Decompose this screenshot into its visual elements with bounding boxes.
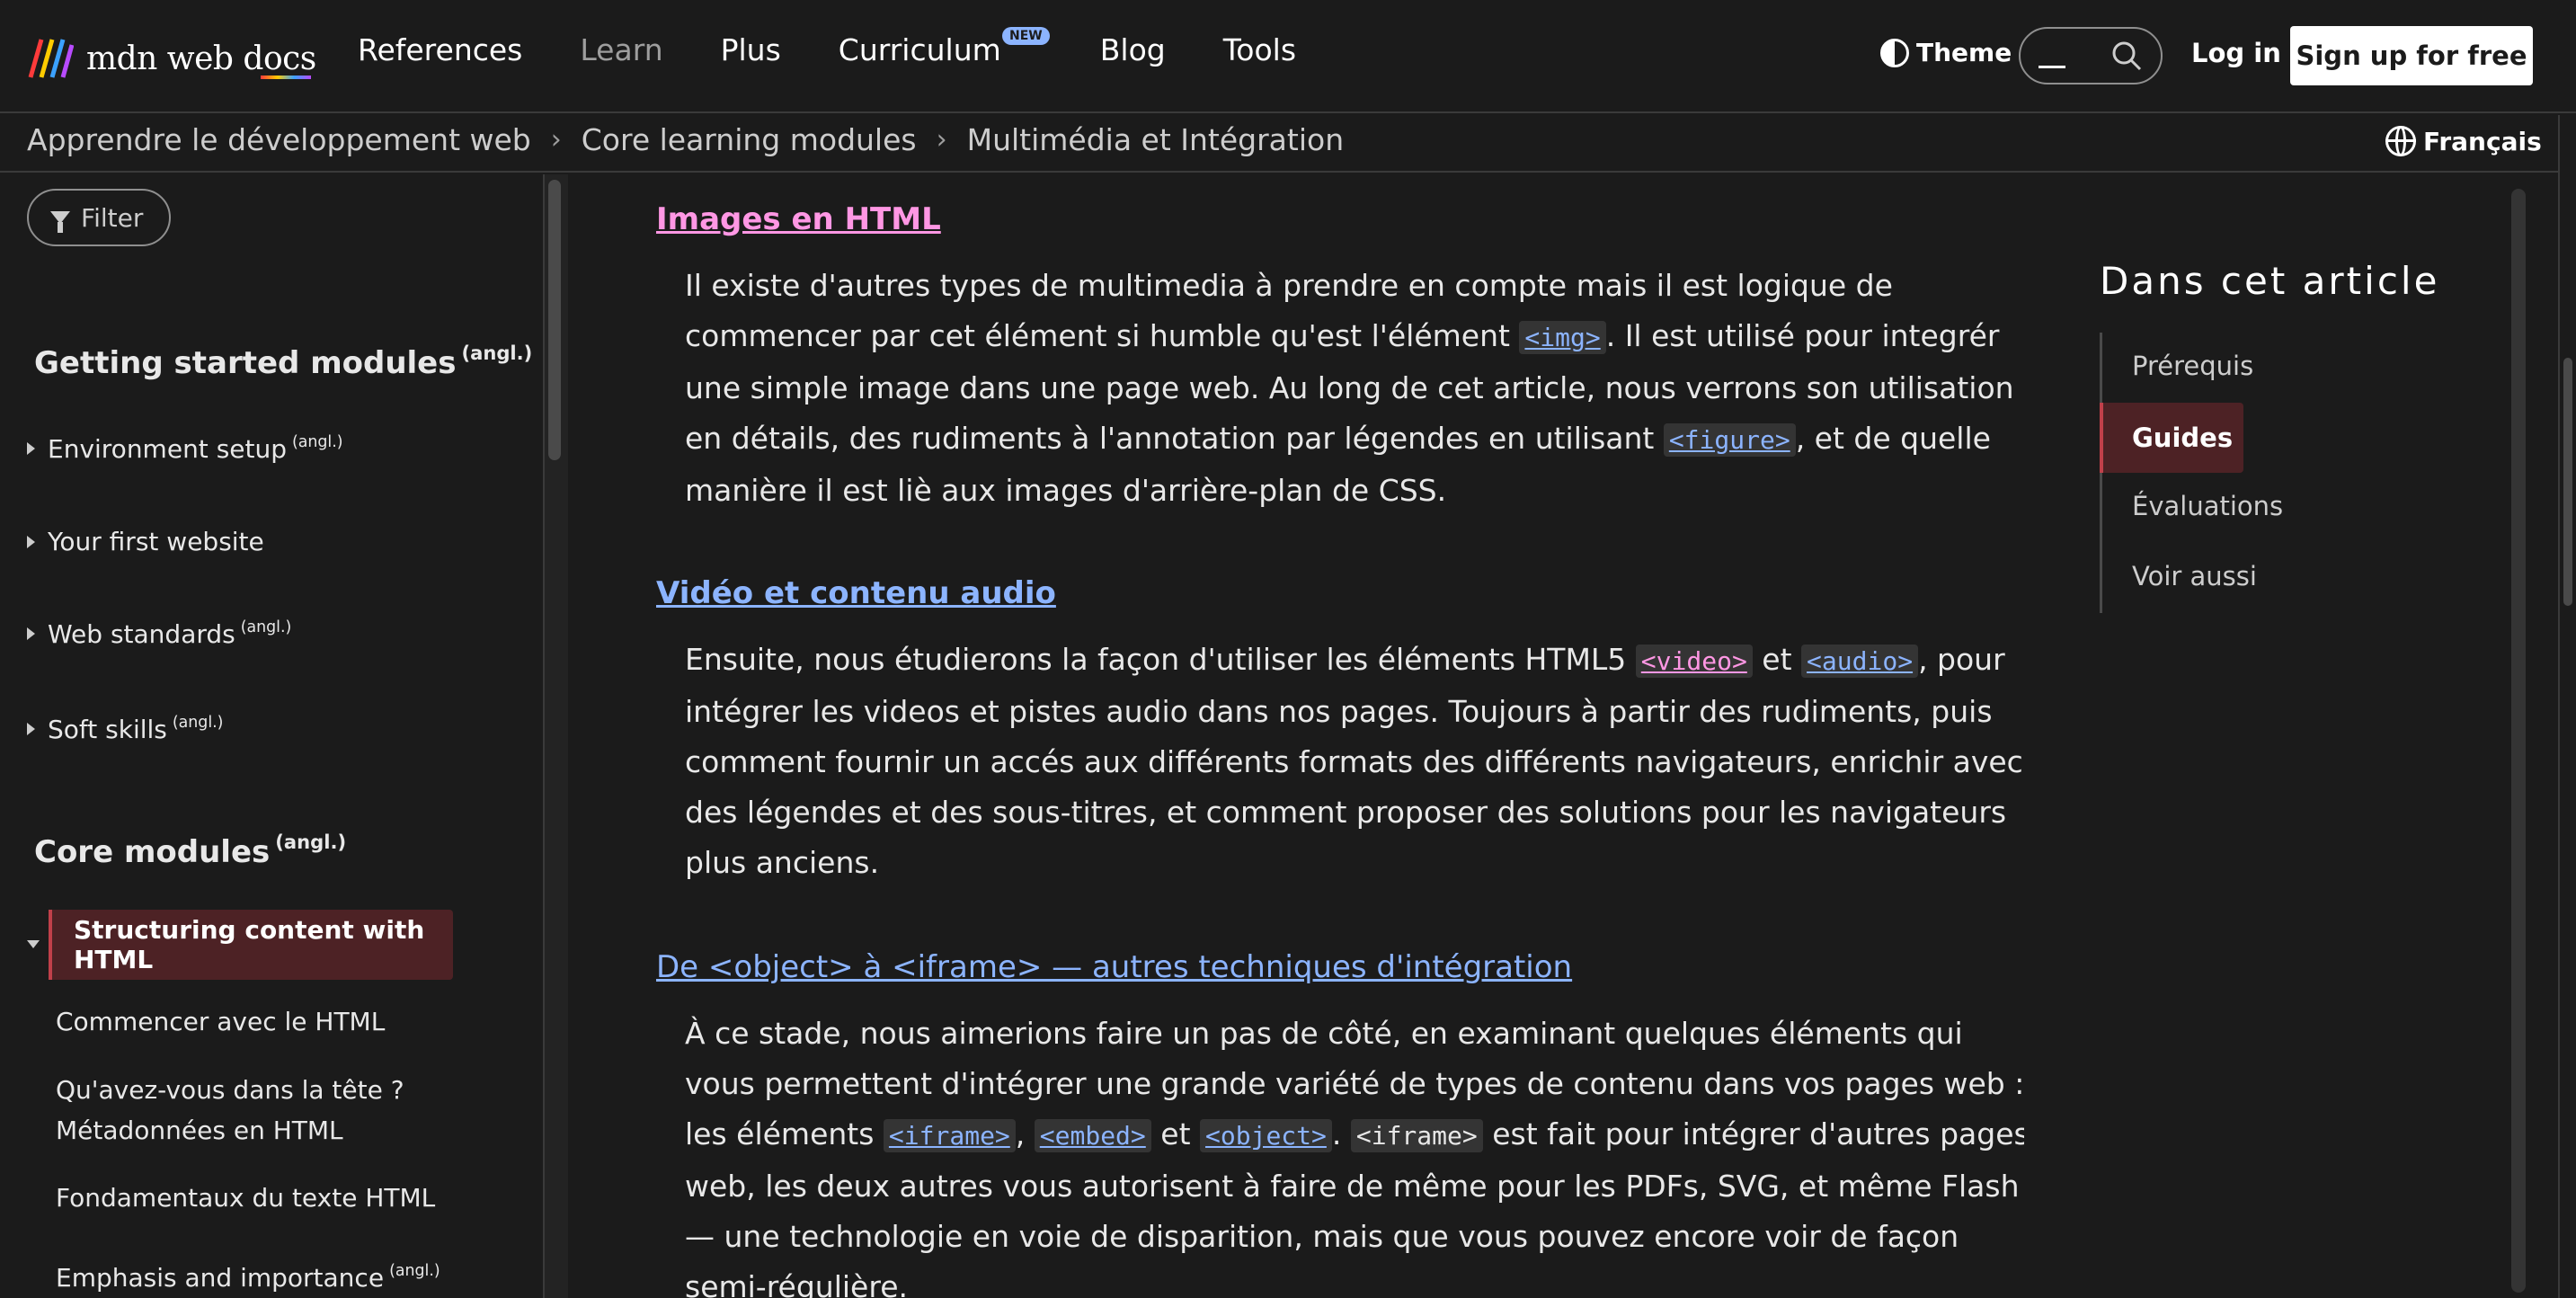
toc-rail xyxy=(2100,333,2102,613)
nav-plus[interactable]: Plus xyxy=(721,32,781,67)
nav-tools[interactable]: Tools xyxy=(1223,32,1296,67)
page-scrollbar-thumb[interactable] xyxy=(2563,358,2572,606)
lang-tag: (angl.) xyxy=(240,618,292,636)
inline-code-iframe: <iframe> xyxy=(1350,1119,1483,1152)
filter-icon xyxy=(50,211,70,233)
sidebar-subitem[interactable]: Emphasis and importance (angl.) xyxy=(56,1251,541,1298)
nav-learn[interactable]: Learn xyxy=(580,32,662,67)
sidebar-subitem[interactable]: Fondamentaux du texte HTML xyxy=(56,1178,541,1218)
lang-tag: (angl.) xyxy=(275,831,347,853)
sidebar-item-label: Soft skills xyxy=(48,715,167,745)
breadcrumb: Apprendre le développement web › Core le… xyxy=(27,122,1344,157)
section-link-object-iframe[interactable]: De <object> à <iframe> — autres techniqu… xyxy=(656,949,1572,985)
sidebar-section-title: Core modules (angl.) xyxy=(34,831,346,870)
sidebar-item[interactable]: Web standards (angl.) xyxy=(27,618,291,649)
section-paragraph: À ce stade, nous aimerions faire un pas … xyxy=(685,1009,2024,1298)
breadcrumb-separator: › xyxy=(936,124,947,156)
toc-item[interactable]: Prérequis xyxy=(2132,351,2253,381)
paragraph-text: , xyxy=(1015,1116,1035,1151)
sidebar-item-label: Web standards xyxy=(48,619,235,650)
caret-right-icon xyxy=(27,723,35,736)
mdn-logo-icon xyxy=(28,39,74,78)
caret-down-icon[interactable] xyxy=(27,940,40,948)
theme-button[interactable]: Theme xyxy=(1880,38,2012,67)
sidebar: Filter Getting started modules (angl.) En… xyxy=(0,174,545,1298)
search-icon[interactable] xyxy=(2110,40,2143,72)
nav-curriculum[interactable]: Curriculum NEW xyxy=(838,27,1050,67)
sidebar-item-label: Your first website xyxy=(48,527,264,556)
breadcrumb-item[interactable]: Multimédia et Intégration xyxy=(967,122,1345,157)
logo-underline-decoration xyxy=(261,76,311,79)
language-switcher[interactable]: Français xyxy=(2385,126,2542,156)
lang-tag: (angl.) xyxy=(389,1262,440,1280)
nav-blog[interactable]: Blog xyxy=(1100,32,1166,67)
breadcrumb-separator: › xyxy=(550,124,562,156)
sidebar-item[interactable]: Soft skills (angl.) xyxy=(27,714,223,744)
main-menu: References Learn Plus Curriculum NEW Blo… xyxy=(358,27,1296,67)
search-input[interactable] xyxy=(2019,27,2163,84)
search-text-cursor xyxy=(2039,65,2065,68)
paragraph-text: et xyxy=(1150,1116,1201,1151)
toc-title: Dans cet article xyxy=(2100,259,2440,303)
breadcrumb-bar: Apprendre le développement web › Core le… xyxy=(0,115,2558,173)
caret-right-icon xyxy=(27,627,35,641)
login-link[interactable]: Log in xyxy=(2191,38,2281,68)
section-link-images[interactable]: Images en HTML xyxy=(656,201,941,237)
breadcrumb-item[interactable]: Core learning modules xyxy=(582,122,917,157)
section-paragraph: Il existe d'autres types de multimedia à… xyxy=(685,261,2024,516)
code-link-img[interactable]: <img> xyxy=(1524,323,1600,352)
new-badge: NEW xyxy=(1002,27,1050,45)
toc-item[interactable]: Évaluations xyxy=(2132,491,2283,521)
sidebar-subitem[interactable]: Qu'avez-vous dans la tête ? Métadonnées … xyxy=(56,1070,541,1151)
code-link-object[interactable]: <object> xyxy=(1205,1121,1327,1151)
toc-item-active[interactable]: Guides xyxy=(2100,403,2243,473)
sidebar-item[interactable]: Environment setup (angl.) xyxy=(27,433,343,464)
lang-tag: (angl.) xyxy=(461,342,533,364)
globe-icon xyxy=(2385,126,2416,156)
code-link-iframe[interactable]: <iframe> xyxy=(889,1121,1010,1151)
sidebar-scrollbar-thumb[interactable] xyxy=(548,180,561,460)
filter-button[interactable]: Filter xyxy=(27,189,171,246)
sidebar-item[interactable]: Your first website xyxy=(27,527,264,556)
caret-right-icon xyxy=(27,535,35,548)
section-title-text: Getting started modules xyxy=(34,344,457,381)
paragraph-text: et xyxy=(1752,642,1802,677)
code-link-embed[interactable]: <embed> xyxy=(1040,1121,1146,1151)
signup-button[interactable]: Sign up for free xyxy=(2290,26,2533,85)
sidebar-subitem-label: Emphasis and importance xyxy=(56,1263,385,1294)
sidebar-item-active[interactable]: Structuring content with HTML xyxy=(49,910,453,980)
sidebar-subitem[interactable]: Commencer avec le HTML xyxy=(56,1001,541,1042)
paragraph-text: . xyxy=(1331,1116,1351,1151)
code-link-audio[interactable]: <audio> xyxy=(1807,646,1913,676)
mdn-logo[interactable]: mdn web docs xyxy=(27,36,316,81)
lang-tag: (angl.) xyxy=(172,714,224,732)
sidebar-item-label: Environment setup xyxy=(48,434,287,465)
code-link-video[interactable]: <video> xyxy=(1641,646,1747,676)
lang-tag: (angl.) xyxy=(292,433,343,451)
sidebar-section-title: Getting started modules (angl.) xyxy=(34,342,532,381)
nav-curriculum-label: Curriculum xyxy=(838,32,1001,67)
theme-label: Theme xyxy=(1916,38,2012,67)
paragraph-text: Ensuite, nous étudierons la façon d'util… xyxy=(685,642,1636,677)
code-link-figure[interactable]: <figure> xyxy=(1669,425,1790,455)
article-content: Images en HTML Il existe d'autres types … xyxy=(568,174,2024,1298)
filter-label: Filter xyxy=(81,202,144,233)
nav-references[interactable]: References xyxy=(358,32,522,67)
content-scrollbar-thumb[interactable] xyxy=(2511,189,2526,1293)
section-link-video-audio[interactable]: Vidéo et contenu audio xyxy=(656,575,1056,611)
section-paragraph: Ensuite, nous étudierons la façon d'util… xyxy=(685,635,2024,888)
theme-contrast-icon xyxy=(1880,38,1909,67)
caret-right-icon xyxy=(27,442,35,456)
brand-name: mdn web docs xyxy=(86,40,316,77)
section-title-text: Core modules xyxy=(34,833,271,870)
language-label: Français xyxy=(2423,126,2542,156)
page-scrollbar-track[interactable] xyxy=(2558,115,2576,1298)
top-navigation: mdn web docs References Learn Plus Curri… xyxy=(0,0,2576,113)
breadcrumb-item[interactable]: Apprendre le développement web xyxy=(27,122,531,157)
toc-item[interactable]: Voir aussi xyxy=(2132,561,2257,591)
